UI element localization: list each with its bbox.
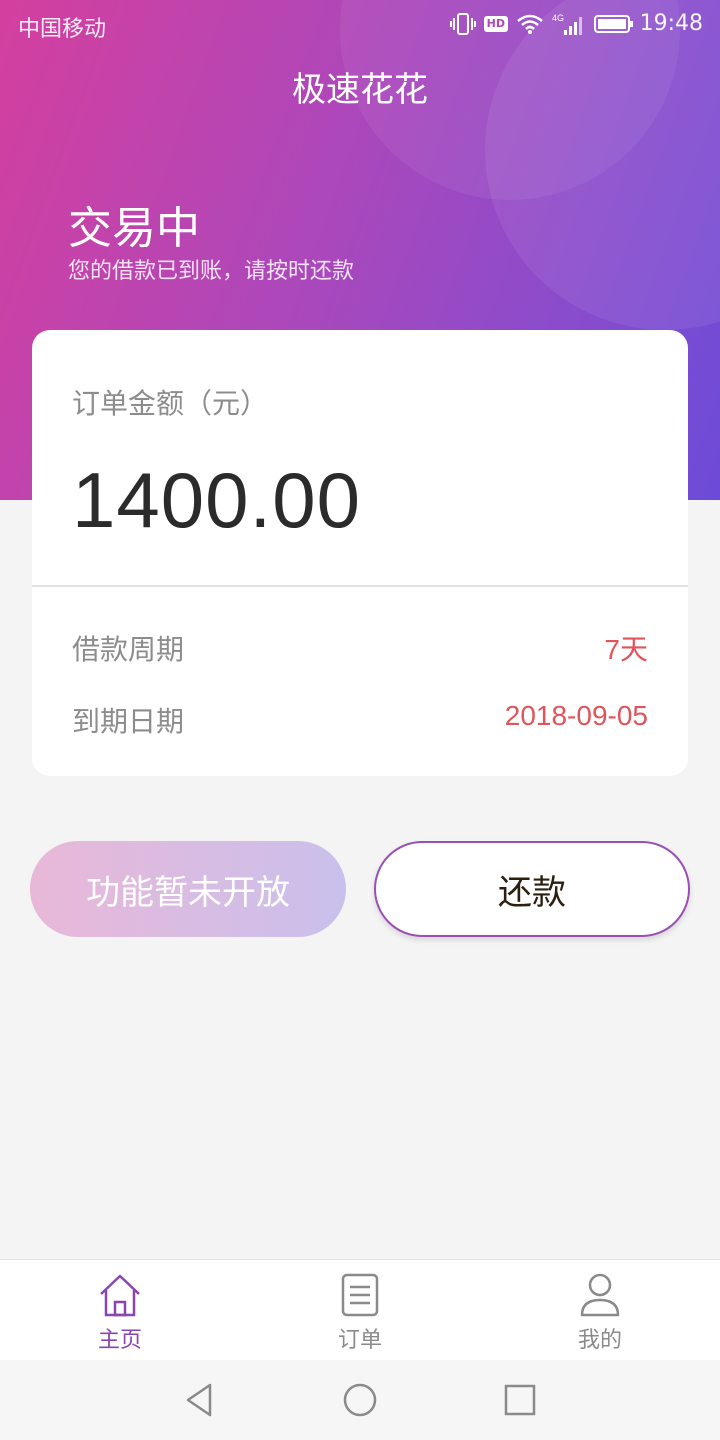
recents-icon[interactable] — [500, 1380, 540, 1420]
hd-icon: HD — [483, 16, 508, 32]
tab-profile[interactable]: 我的 — [480, 1260, 720, 1361]
divider — [32, 585, 688, 587]
due-date-value: 2018-09-05 — [504, 700, 648, 731]
page-title: 极速花花 — [292, 70, 428, 110]
tab-orders-label: 订单 — [337, 1328, 382, 1353]
carrier-name: 中国移动 — [18, 17, 107, 42]
order-amount-label: 订单金额（元） — [72, 387, 269, 420]
system-nav-bar — [0, 1360, 720, 1440]
document-icon — [341, 1273, 379, 1317]
order-card: 订单金额（元） 1400.00 借款周期 7天 到期日期 2018-09-05 — [32, 330, 688, 776]
tab-profile-label: 我的 — [577, 1328, 622, 1353]
vibrate-icon — [449, 12, 476, 36]
battery-icon — [594, 14, 634, 34]
tab-orders[interactable]: 订单 — [240, 1260, 480, 1361]
repay-button[interactable]: 还款 — [374, 841, 690, 937]
status-bar: 中国移动 HD 4G 19:48 — [0, 0, 720, 50]
loan-period-value: 7天 — [604, 634, 648, 665]
status-icons: HD 4G — [449, 12, 634, 36]
transaction-status-heading: 交易中 — [68, 203, 200, 254]
tab-home-label: 主页 — [97, 1328, 142, 1353]
transaction-status-subtitle: 您的借款已到账，请按时还款 — [68, 259, 355, 284]
home-circle-icon[interactable] — [340, 1380, 380, 1420]
clock: 19:48 — [639, 11, 703, 36]
feature-unavailable-button[interactable]: 功能暂未开放 — [30, 841, 346, 937]
loan-period-label: 借款周期 — [72, 633, 185, 666]
network-type: 4G — [552, 13, 564, 23]
signal-icon: 4G — [552, 12, 586, 36]
order-amount-value: 1400.00 — [72, 456, 361, 544]
home-icon — [100, 1274, 140, 1317]
back-icon[interactable] — [180, 1380, 220, 1420]
due-date-label: 到期日期 — [72, 705, 185, 738]
bottom-tab-bar: 主页 订单 我的 — [0, 1259, 720, 1360]
wifi-icon — [516, 13, 544, 35]
tab-home[interactable]: 主页 — [0, 1260, 240, 1361]
user-icon — [580, 1273, 620, 1317]
